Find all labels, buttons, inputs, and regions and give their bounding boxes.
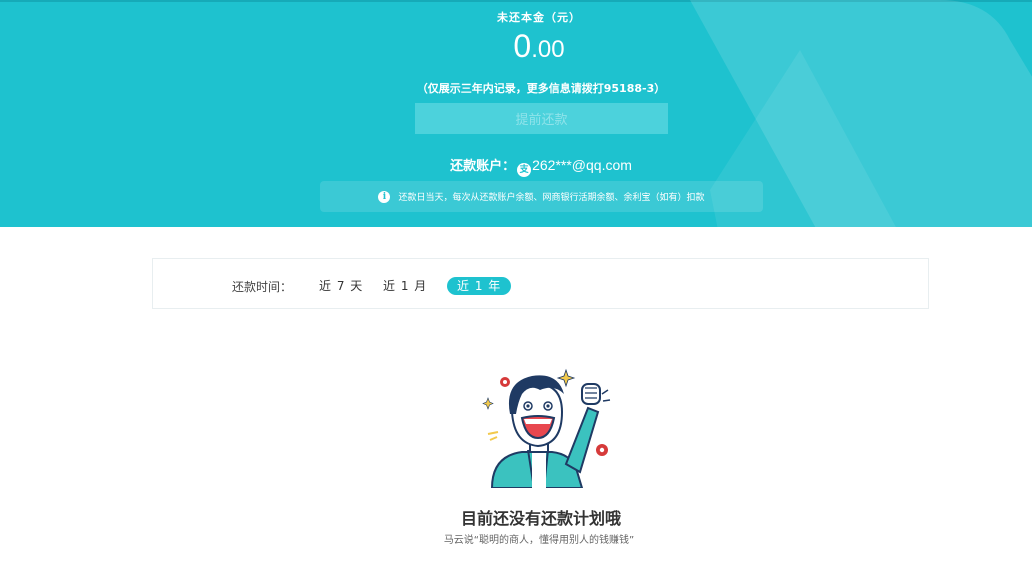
repayment-time-filter: 还款时间： 近 7 天 近 1 月 近 1 年 (152, 258, 929, 309)
info-icon: i (378, 190, 391, 203)
filter-label: 还款时间： (232, 280, 293, 294)
outstanding-principal-label: 未还本金（元） (497, 11, 581, 24)
alipay-icon: 支 (517, 163, 532, 177)
account-label: 还款账户： (450, 159, 516, 174)
outstanding-principal-amount: 0.00 (0, 28, 1032, 65)
prepay-button[interactable]: 提前还款 (415, 103, 668, 134)
banner-top-border (0, 0, 1032, 2)
repayment-account: 还款账户：支 262***@qq.com (0, 155, 1032, 177)
repayment-banner: 未还本金（元） 0.00 （仅展示三年内记录，更多信息请拨打95188-3） 提… (0, 0, 1032, 227)
filter-option-1-month[interactable]: 近 1 月 (383, 277, 427, 295)
amount-integer: 0 (513, 28, 532, 64)
deduction-tip-text: 还款日当天，每次从还款账户余额、网商银行活期余额、余利宝（如有）扣款 (398, 193, 705, 203)
amount-decimal: .00 (531, 36, 565, 63)
cheering-man-illustration (482, 368, 611, 488)
account-value: 262***@qq.com (532, 157, 632, 173)
filter-option-1-year[interactable]: 近 1 年 (447, 277, 512, 295)
filter-option-7-days[interactable]: 近 7 天 (319, 277, 363, 295)
empty-state-subtitle: 马云说“聪明的商人，懂得用别人的钱赚钱” (443, 535, 635, 546)
empty-state-title: 目前还没有还款计划哦 (460, 509, 621, 528)
deduction-tip: i 还款日当天，每次从还款账户余额、网商银行活期余额、余利宝（如有）扣款 (320, 181, 763, 212)
record-range-note: （仅展示三年内记录，更多信息请拨打95188-3） (416, 82, 666, 95)
